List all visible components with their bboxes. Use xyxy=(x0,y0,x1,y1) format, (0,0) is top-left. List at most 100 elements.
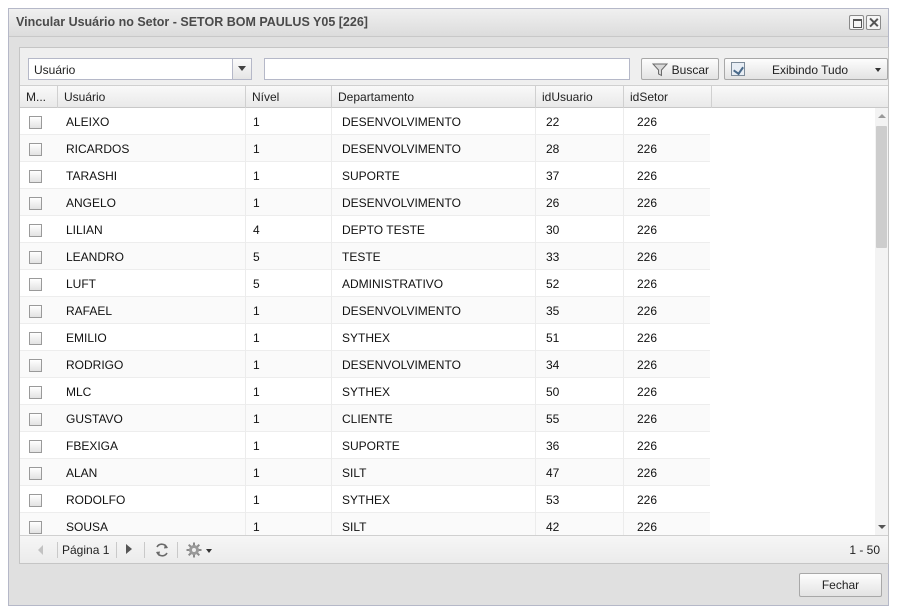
table-row[interactable]: LUFT 5 ADMINISTRATIVO 52 226 xyxy=(20,270,710,297)
cell-nivel: 1 xyxy=(253,351,332,378)
close-button-label: Fechar xyxy=(821,578,860,592)
cell-idsetor: 226 xyxy=(637,432,710,459)
table-row[interactable]: LEANDRO 5 TESTE 33 226 xyxy=(20,243,710,270)
row-checkbox[interactable] xyxy=(29,386,42,399)
table-row[interactable]: FBEXIGA 1 SUPORTE 36 226 xyxy=(20,432,710,459)
row-checkbox[interactable] xyxy=(29,521,42,534)
cell-departamento: DESENVOLVIMENTO xyxy=(342,189,536,216)
cell-usuario: ANGELO xyxy=(66,189,246,216)
cell-idsetor: 226 xyxy=(637,297,710,324)
chevron-down-icon[interactable] xyxy=(206,549,212,553)
cell-idsetor: 226 xyxy=(637,243,710,270)
cell-nivel: 1 xyxy=(253,189,332,216)
row-checkbox[interactable] xyxy=(29,116,42,129)
cell-nivel: 1 xyxy=(253,513,332,535)
row-checkbox[interactable] xyxy=(29,305,42,318)
grid-body: ALEIXO 1 DESENVOLVIMENTO 22 226 RICARDOS 1 DESE… xyxy=(20,108,710,535)
previous-page-icon[interactable] xyxy=(38,545,43,555)
cell-idusuario: 35 xyxy=(546,297,624,324)
row-checkbox[interactable] xyxy=(29,332,42,345)
row-checkbox[interactable] xyxy=(29,170,42,183)
users-grid: M... Usuário Nível Departamento idUsuari… xyxy=(20,85,888,535)
page-label: Página 1 xyxy=(62,543,110,557)
close-button[interactable]: Fechar xyxy=(799,573,882,597)
cell-idusuario: 28 xyxy=(546,135,624,162)
table-row[interactable]: ALEIXO 1 DESENVOLVIMENTO 22 226 xyxy=(20,108,710,135)
table-row[interactable]: TARASHI 1 SUPORTE 37 226 xyxy=(20,162,710,189)
table-row[interactable]: MLC 1 SYTHEX 50 226 xyxy=(20,378,710,405)
cell-idusuario: 30 xyxy=(546,216,624,243)
cell-idsetor: 226 xyxy=(637,486,710,513)
table-row[interactable]: RODOLFO 1 SYTHEX 53 226 xyxy=(20,486,710,513)
row-checkbox[interactable] xyxy=(29,413,42,426)
row-checkbox[interactable] xyxy=(29,278,42,291)
table-row[interactable]: GUSTAVO 1 CLIENTE 55 226 xyxy=(20,405,710,432)
cell-idusuario: 22 xyxy=(546,108,624,135)
cell-departamento: DESENVOLVIMENTO xyxy=(342,297,536,324)
cell-idsetor: 226 xyxy=(637,189,710,216)
table-row[interactable]: EMILIO 1 SYTHEX 51 226 xyxy=(20,324,710,351)
cell-nivel: 1 xyxy=(253,378,332,405)
cell-idsetor: 226 xyxy=(637,270,710,297)
search-button[interactable]: Buscar xyxy=(641,58,719,80)
refresh-icon[interactable] xyxy=(154,542,170,558)
cell-idsetor: 226 xyxy=(637,378,710,405)
column-header-usuario[interactable]: Usuário xyxy=(58,86,246,108)
cell-departamento: DESENVOLVIMENTO xyxy=(342,135,536,162)
row-checkbox[interactable] xyxy=(29,251,42,264)
table-row[interactable]: SOUSA 1 SILT 42 226 xyxy=(20,513,710,535)
cell-departamento: SUPORTE xyxy=(342,432,536,459)
field-select[interactable]: Usuário xyxy=(28,58,252,80)
cell-nivel: 1 xyxy=(253,297,332,324)
table-row[interactable]: RAFAEL 1 DESENVOLVIMENTO 35 226 xyxy=(20,297,710,324)
cell-usuario: RODOLFO xyxy=(66,486,246,513)
separator xyxy=(57,542,58,558)
row-checkbox[interactable] xyxy=(29,494,42,507)
table-row[interactable]: ANGELO 1 DESENVOLVIMENTO 26 226 xyxy=(20,189,710,216)
cell-usuario: TARASHI xyxy=(66,162,246,189)
close-icon[interactable] xyxy=(866,15,881,30)
column-header-departamento[interactable]: Departamento xyxy=(332,86,536,108)
row-checkbox[interactable] xyxy=(29,359,42,372)
row-checkbox[interactable] xyxy=(29,440,42,453)
column-header-mark[interactable]: M... xyxy=(20,86,58,108)
scroll-up-icon[interactable] xyxy=(878,114,886,118)
table-row[interactable]: LILIAN 4 DEPTO TESTE 30 226 xyxy=(20,216,710,243)
cell-usuario: MLC xyxy=(66,378,246,405)
next-page-icon[interactable] xyxy=(126,544,132,554)
title-bar[interactable]: Vincular Usuário no Setor - SETOR BOM PA… xyxy=(9,9,888,37)
row-checkbox[interactable] xyxy=(29,224,42,237)
cell-nivel: 1 xyxy=(253,135,332,162)
table-row[interactable]: RICARDOS 1 DESENVOLVIMENTO 28 226 xyxy=(20,135,710,162)
column-header-nivel[interactable]: Nível xyxy=(246,86,332,108)
row-checkbox[interactable] xyxy=(29,143,42,156)
row-checkbox[interactable] xyxy=(29,467,42,480)
chevron-down-icon[interactable] xyxy=(232,59,251,79)
window-title: Vincular Usuário no Setor - SETOR BOM PA… xyxy=(16,15,368,29)
cell-usuario: ALAN xyxy=(66,459,246,486)
cell-departamento: DESENVOLVIMENTO xyxy=(342,108,536,135)
maximize-icon[interactable] xyxy=(849,15,864,30)
scroll-thumb[interactable] xyxy=(876,126,887,248)
cell-idusuario: 33 xyxy=(546,243,624,270)
cell-idusuario: 42 xyxy=(546,513,624,535)
vertical-scrollbar[interactable] xyxy=(875,108,888,535)
search-input[interactable] xyxy=(264,58,630,80)
cell-idusuario: 52 xyxy=(546,270,624,297)
cell-nivel: 4 xyxy=(253,216,332,243)
column-header-idusuario[interactable]: idUsuario xyxy=(536,86,624,108)
table-row[interactable]: RODRIGO 1 DESENVOLVIMENTO 34 226 xyxy=(20,351,710,378)
row-checkbox[interactable] xyxy=(29,197,42,210)
cell-usuario: RICARDOS xyxy=(66,135,246,162)
column-header-idsetor[interactable]: idSetor xyxy=(624,86,712,108)
scroll-down-icon[interactable] xyxy=(878,525,886,529)
gear-icon[interactable] xyxy=(186,542,202,558)
search-toolbar: Usuário Buscar Exibindo Tudo xyxy=(20,48,888,84)
table-row[interactable]: ALAN 1 SILT 47 226 xyxy=(20,459,710,486)
paging-toolbar: Página 1 1 - 50 xyxy=(20,535,888,563)
cell-idusuario: 47 xyxy=(546,459,624,486)
cell-idusuario: 51 xyxy=(546,324,624,351)
cell-nivel: 1 xyxy=(253,162,332,189)
show-all-button[interactable]: Exibindo Tudo xyxy=(724,58,888,80)
cell-nivel: 5 xyxy=(253,243,332,270)
